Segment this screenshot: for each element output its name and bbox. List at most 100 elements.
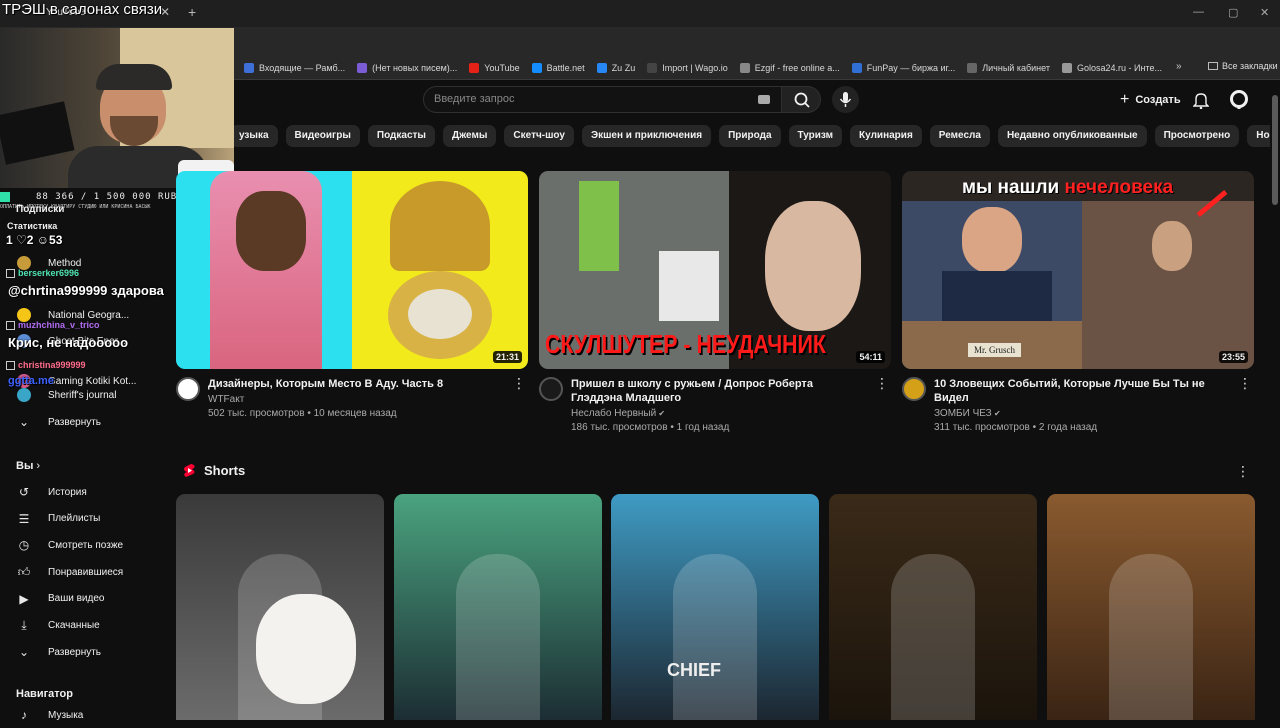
sidebar-item-thumb-up[interactable]: 👍︎ Понравившиеся [0,559,160,585]
stream-title: ТРЭШ в салонах связи [2,1,163,18]
category-chip[interactable]: Просмотрено [1154,125,1240,147]
short-card[interactable] [829,494,1037,720]
video-stats: 502 тыс. просмотров • 10 месяцев назад [208,408,502,419]
video-thumbnail[interactable]: СКУЛШУТЕР - НЕУДАЧНИК 54:11 [539,171,891,369]
expand-subscriptions[interactable]: ⌄ Развернуть [0,409,160,435]
category-chip[interactable]: Подкасты [367,125,435,147]
sidebar-item-download[interactable]: ⤓ Скачанные [0,613,160,639]
upload-age: 10 месяцев назад [313,408,397,419]
short-card[interactable] [394,494,602,720]
channel-name-row[interactable]: WTFакт [208,394,502,405]
category-chip[interactable]: узыка [230,125,278,147]
category-chip[interactable]: Кулинария [850,125,922,147]
bookmark-item[interactable]: Golosa24.ru - Инте... [1056,62,1168,73]
voice-search-button[interactable] [832,86,859,113]
channel-avatar-icon[interactable] [902,377,926,401]
you-section-heading[interactable]: Вы › [16,460,40,472]
bookmarks-more-icon[interactable]: » [1176,61,1182,72]
sidebar-item-history[interactable]: ↺ История [0,479,160,505]
sidebar-item-video[interactable]: ▶ Ваши видео [0,586,160,612]
notifications-bell-icon[interactable] [1193,91,1209,109]
close-window-icon[interactable]: ✕ [1260,6,1269,19]
new-tab-icon[interactable]: + [188,4,196,20]
video-card[interactable]: 21:31 Дизайнеры, Которым Место В Аду. Час… [176,171,528,419]
expand-subs-label: Развернуть [48,416,102,428]
chevron-down-icon: ⌄ [18,645,30,660]
category-chip[interactable]: Природа [719,125,781,147]
view-count: 186 тыс. просмотров [571,422,668,433]
thumbnail-shape [765,201,861,331]
category-chip[interactable]: Джемы [442,125,497,147]
channel-name[interactable]: WTFакт [208,394,244,405]
video-menu-icon[interactable]: ⋮ [875,376,889,390]
sidebar-item-label: Понравившиеся [48,566,124,578]
bookmark-favicon-icon [244,62,254,73]
sidebar-item-music[interactable]: ♪ Музыка [0,702,160,728]
account-avatar-icon[interactable] [1229,89,1249,109]
video-menu-icon[interactable]: ⋮ [1238,376,1252,390]
create-button[interactable]: + Создать [1110,88,1191,112]
video-menu-icon[interactable]: ⋮ [512,376,526,390]
bookmark-item[interactable]: (Нет новых писем)... [351,62,463,73]
search-placeholder: Введите запрос [434,93,515,105]
scrollbar-thumb[interactable] [1272,95,1278,205]
keyboard-icon[interactable] [758,95,770,104]
nameplate: Mr. Grusch [968,343,1021,357]
channel-avatar-icon[interactable] [539,377,563,401]
chat-username-row: christina999999 [0,360,160,370]
channel-avatar-icon[interactable] [176,377,200,401]
sidebar-item-clock[interactable]: ◷ Смотреть позже [0,532,160,558]
short-card[interactable]: CHIEF [611,494,819,720]
subscription-name: Sheriff's journal [48,389,117,401]
search-button[interactable] [781,86,821,113]
plus-icon: + [1120,91,1130,108]
donation-goal: 88 366 / 1 500 000 RUB [36,192,178,202]
video-card[interactable]: мы нашли нечеловека Mr. Grusch 23:55 10 Зло… [902,171,1254,433]
category-chip[interactable]: Недавно опубликованные [997,125,1147,147]
bookmark-item[interactable]: Входящие — Рамб... [238,62,351,73]
bookmark-item[interactable]: Личный кабинет [961,62,1056,73]
channel-name[interactable]: ЗОМБИ ЧЕЗ [934,408,992,419]
stats-row: 1 ♡2 ☺53 [6,233,63,247]
view-count: 311 тыс. просмотров [934,422,1030,433]
bookmark-item[interactable]: Import | Wago.io [641,62,734,73]
bookmark-item[interactable]: Zu Zu [591,62,642,73]
bookmark-favicon-icon [647,62,658,73]
scrollbar[interactable] [1270,81,1280,720]
minimize-icon[interactable]: — [1193,6,1204,18]
bookmark-item[interactable]: YouTube [463,62,525,73]
video-title[interactable]: Пришел в школу с ружьем / Допрос Роберта… [571,377,865,405]
navigator-heading: Навигатор [16,688,73,700]
bookmark-item[interactable]: Battle.net [526,62,591,73]
chevron-down-icon: ⌄ [18,415,30,429]
bookmark-item[interactable]: FunPay — биржа иг... [846,62,961,73]
bookmark-favicon-icon [1061,62,1072,73]
category-chip[interactable]: Скетч-шоу [504,125,574,147]
short-card[interactable] [176,494,384,720]
shorts-menu-icon[interactable]: ⋮ [1236,463,1250,480]
channel-name[interactable]: Неслабо Нервный [571,408,656,419]
all-bookmarks[interactable]: Все закладки [1208,61,1278,71]
search-input[interactable]: Введите запрос [423,86,783,113]
category-chip[interactable]: Видеоигры [285,125,360,147]
sidebar-item-chevron-down[interactable]: ⌄ Развернуть [0,639,160,665]
category-chip[interactable]: Ремесла [929,125,990,147]
sidebar-item-playlist[interactable]: ☰ Плейлисты [0,506,160,532]
video-thumbnail[interactable]: мы нашли нечеловека Mr. Grusch 23:55 [902,171,1254,369]
bookmark-item[interactable]: Ezgif - free online a... [734,62,846,73]
channel-avatar [16,387,32,403]
short-card[interactable] [1047,494,1255,720]
maximize-icon[interactable]: ▢ [1228,6,1238,19]
video-card[interactable]: СКУЛШУТЕР - НЕУДАЧНИК 54:11 Пришел в школу… [539,171,891,433]
channel-name-row[interactable]: Неслабо Нервный ✔ [571,408,865,419]
video-thumbnail[interactable]: 21:31 [176,171,528,369]
video-title[interactable]: Дизайнеры, Которым Место В Аду. Часть 8 [208,377,502,391]
category-chip[interactable]: Туризм [788,125,843,147]
video-title[interactable]: 10 Зловещих Событий, Которые Лучше Бы Ты… [934,377,1228,405]
category-chip[interactable]: Экшен и приключения [581,125,712,147]
channel-name-row[interactable]: ЗОМБИ ЧЕЗ ✔ [934,408,1228,419]
chat-username: christina999999 [18,360,86,370]
video-stats: 186 тыс. просмотров • 1 год назад [571,422,865,433]
dog-figure [256,594,356,704]
short-figure [456,554,540,720]
